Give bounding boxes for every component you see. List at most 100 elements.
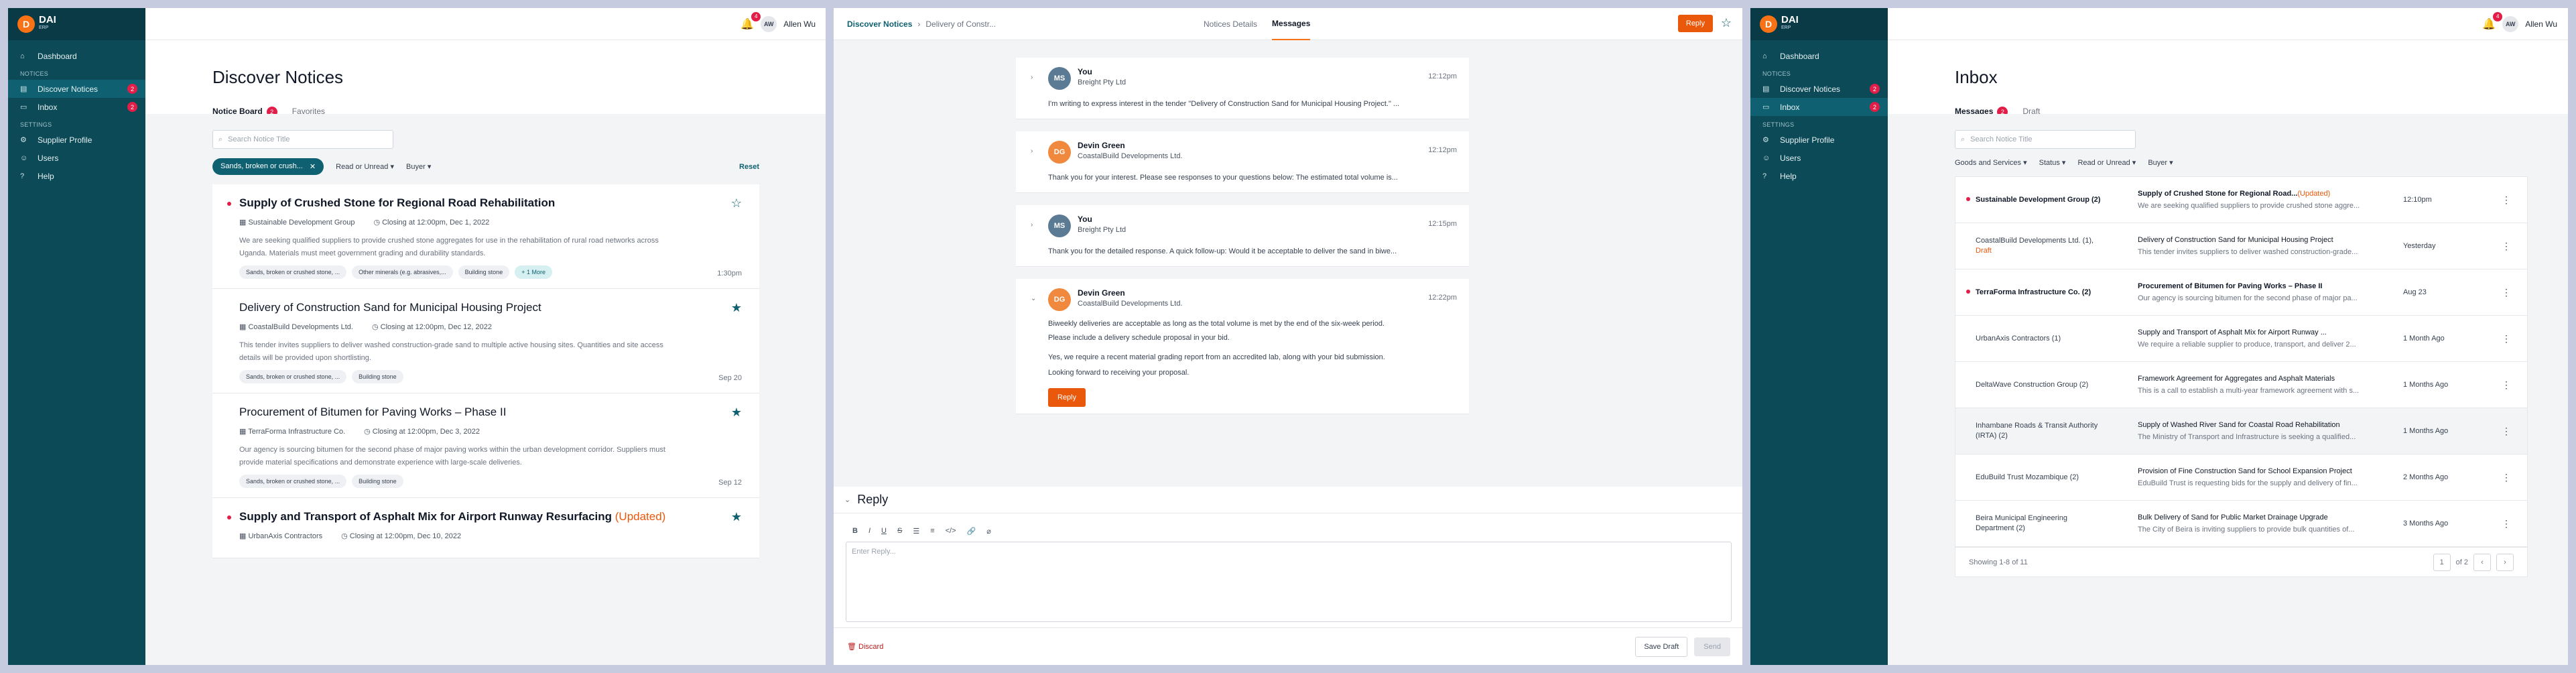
reset-button[interactable]: Reset [739,163,759,171]
filter-chip[interactable]: Sands, broken or crush... ✕ [212,158,324,175]
kebab-menu-icon[interactable]: ⋮ [2502,379,2511,391]
star-icon[interactable]: ★ [731,301,742,315]
sidebar-item-discover-notices[interactable]: ▤ Discover Notices 2 [8,80,145,98]
kebab-menu-icon[interactable]: ⋮ [2502,426,2511,437]
filter-buyer[interactable]: Buyer ▾ [406,162,431,171]
search-input[interactable]: ⌕ Search Notice Title [212,130,393,149]
notice-card[interactable]: Supply and Transport of Asphalt Mix for … [212,498,759,558]
sidebar-item-users[interactable]: ☺ Users [1750,149,1888,167]
notice-title[interactable]: Supply and Transport of Asphalt Mix for … [239,510,743,524]
sidebar-item-dashboard[interactable]: ⌂ Dashboard [8,47,145,65]
bold-icon[interactable]: B [852,527,858,536]
filter-goods-services[interactable]: Goods and Services ▾ [1955,158,2027,167]
reply-editor[interactable]: Enter Reply... [846,542,1732,622]
link-icon[interactable]: 🔗 [967,527,976,536]
sidebar-item-dashboard[interactable]: ⌂ Dashboard [1750,47,1888,65]
user-name[interactable]: Allen Wu [2525,19,2557,29]
numbered-list-icon[interactable]: ≡ [930,527,934,536]
inbox-row[interactable]: CoastalBuild Developments Ltd. (1), Draft… [1955,223,2527,269]
star-icon[interactable]: ☆ [731,196,742,210]
sidebar-item-inbox[interactable]: ▭ Inbox 2 [1750,98,1888,116]
chevron-down-icon[interactable]: ⌄ [1031,295,1036,302]
bullet-list-icon[interactable]: ☰ [913,527,919,536]
attachment-icon[interactable]: ⌀ [986,527,991,536]
message[interactable]: › MS You Breight Pty Ltd 12:12pm I'm writing … [1016,58,1469,119]
star-icon[interactable]: ☆ [1721,16,1732,30]
chevron-down-icon[interactable]: ⌄ [844,495,850,504]
chevron-right-icon[interactable]: › [1031,221,1033,229]
kebab-menu-icon[interactable]: ⋮ [2502,287,2511,298]
clock-icon: ◷ [364,428,373,436]
notice-title-text: Supply and Transport of Asphalt Mix for … [239,510,613,523]
kebab-menu-icon[interactable]: ⋮ [2502,518,2511,530]
logo[interactable]: D DAI ERP [8,8,145,40]
strikethrough-icon[interactable]: S [897,527,902,536]
chevron-right-icon[interactable]: › [2496,553,2514,571]
message[interactable]: ⌄ DG Devin Green CoastalBuild Developments … [1016,279,1469,414]
discard-button[interactable]: 🗑 Discard [847,642,883,651]
inbox-row[interactable]: Inhambane Roads & Transit Authority (IRT… [1955,408,2527,454]
sidebar-item-help[interactable]: ? Help [1750,167,1888,185]
bell-icon[interactable]: 🔔 4 [740,11,761,31]
filter-status[interactable]: Status ▾ [2039,158,2066,167]
sidebar-item-supplier-profile[interactable]: ⚙ Supplier Profile [1750,131,1888,149]
inbox-row[interactable]: DeltaWave Construction Group (2) Framewor… [1955,362,2527,408]
close-icon[interactable]: ✕ [310,162,316,171]
more-tags-button[interactable]: + 1 More [515,265,552,279]
send-button[interactable]: Send [1694,637,1730,656]
notice-card[interactable]: Procurement of Bitumen for Paving Works … [212,393,759,498]
page-input[interactable]: 1 [2433,553,2451,571]
message[interactable]: › DG Devin Green CoastalBuild Developments … [1016,131,1469,193]
sidebar-item-supplier-profile[interactable]: ⚙ Supplier Profile [8,131,145,149]
inbox-row[interactable]: Beira Municipal Engineering Department (… [1955,501,2527,547]
code-icon[interactable]: </> [946,527,956,536]
sender-org: Breight Pty Ltd [1078,78,1126,86]
logo[interactable]: D DAI ERP [1750,8,1888,40]
avatar[interactable]: AW [761,15,777,32]
star-icon[interactable]: ★ [731,510,742,524]
reply-button[interactable]: Reply [1048,388,1086,407]
category-tag: Building stone [458,265,510,279]
count-badge: 2 [1870,84,1880,94]
unread-dot [227,515,231,519]
sidebar-item-help[interactable]: ? Help [8,167,145,185]
kebab-menu-icon[interactable]: ⋮ [2502,333,2511,345]
notice-title[interactable]: Delivery of Construction Sand for Munici… [239,301,743,314]
kebab-menu-icon[interactable]: ⋮ [2502,472,2511,483]
filter-buyer[interactable]: Buyer ▾ [2148,158,2173,167]
italic-icon[interactable]: I [868,527,871,536]
underline-icon[interactable]: U [881,527,887,536]
sidebar-item-inbox[interactable]: ▭ Inbox 2 [8,98,145,116]
inbox-row[interactable]: UrbanAxis Contractors (1) Supply and Tran… [1955,316,2527,362]
notice-card[interactable]: Delivery of Construction Sand for Munici… [212,289,759,393]
filter-read-unread[interactable]: Read or Unread ▾ [2077,158,2136,167]
save-draft-button[interactable]: Save Draft [1635,636,1688,657]
sidebar-item-discover-notices[interactable]: ▤ Discover Notices 2 [1750,80,1888,98]
avatar[interactable]: AW [2502,15,2519,32]
bell-icon[interactable]: 🔔 4 [2482,11,2503,31]
star-icon[interactable]: ★ [731,406,742,420]
notice-title[interactable]: Procurement of Bitumen for Paving Works … [239,406,743,419]
sidebar-item-users[interactable]: ☺ Users [8,149,145,167]
tab-notices-details[interactable]: Notices Details [1204,8,1257,40]
chevron-left-icon[interactable]: ‹ [2473,553,2491,571]
notice-card[interactable]: Supply of Crushed Stone for Regional Roa… [212,184,759,289]
tab-messages[interactable]: Messages [1272,8,1311,40]
reply-button[interactable]: Reply [1677,15,1713,32]
inbox-row[interactable]: Sustainable Development Group (2) Supply … [1955,177,2527,223]
kebab-menu-icon[interactable]: ⋮ [2502,194,2511,206]
filter-read-unread[interactable]: Read or Unread ▾ [336,162,394,171]
notice-title[interactable]: Supply of Crushed Stone for Regional Roa… [239,196,743,210]
user-name[interactable]: Allen Wu [783,19,816,29]
clock-icon: ◷ [373,219,383,227]
section-label: NOTICES [1762,70,1791,77]
search-input[interactable]: ⌕ Search Notice Title [1955,130,2136,149]
inbox-row[interactable]: EduBuild Trust Mozambique (2) Provision o… [1955,454,2527,501]
chevron-right-icon[interactable]: › [1031,74,1033,81]
breadcrumb-discover-notices[interactable]: Discover Notices [847,19,912,29]
kebab-menu-icon[interactable]: ⋮ [2502,241,2511,252]
chevron-right-icon[interactable]: › [1031,147,1033,155]
message[interactable]: › MS You Breight Pty Ltd 12:15pm Thank you fo… [1016,205,1469,267]
unread-dot [1966,290,1970,294]
inbox-row[interactable]: TerraForma Infrastructure Co. (2) Procure… [1955,269,2527,316]
